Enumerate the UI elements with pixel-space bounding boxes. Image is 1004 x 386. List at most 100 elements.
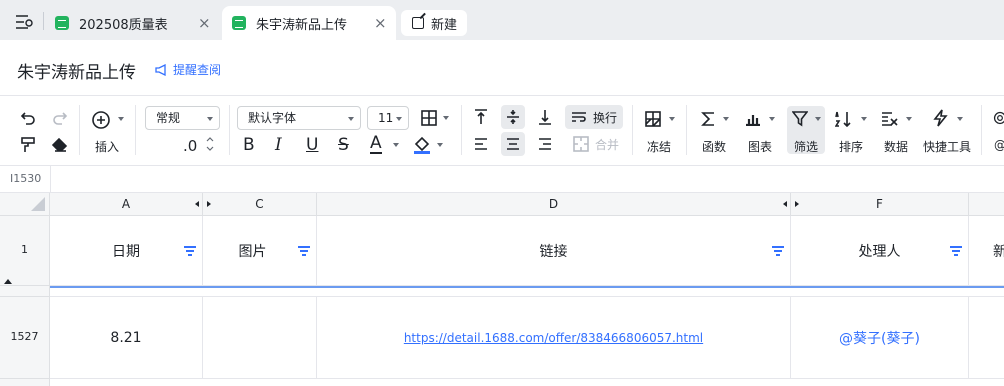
cell-handler[interactable]: @葵子(葵子) bbox=[791, 297, 969, 379]
column-header-a[interactable]: A bbox=[50, 193, 203, 216]
column-filter-icon[interactable] bbox=[950, 246, 962, 257]
sheet-icon bbox=[232, 16, 246, 30]
cell-image[interactable] bbox=[203, 297, 317, 379]
new-tab-button[interactable]: 新建 bbox=[401, 10, 467, 36]
hidden-column-left-icon[interactable] bbox=[195, 201, 199, 207]
underline-button[interactable]: U bbox=[306, 135, 318, 155]
filter-label[interactable]: 筛选 bbox=[794, 138, 818, 155]
row-collapse-icon[interactable] bbox=[4, 279, 12, 284]
function-label[interactable]: 函数 bbox=[702, 138, 726, 155]
column-header-f[interactable]: F bbox=[791, 193, 969, 216]
undo-icon[interactable] bbox=[18, 108, 38, 128]
toolbar-separator bbox=[686, 105, 687, 155]
header-cell-image[interactable]: 图片 bbox=[203, 216, 317, 286]
freeze-icon[interactable] bbox=[643, 109, 663, 129]
bold-button[interactable]: B bbox=[243, 135, 255, 155]
italic-button[interactable]: I bbox=[275, 135, 282, 155]
chevron-down-icon[interactable] bbox=[815, 117, 821, 121]
row-header[interactable]: 1527 bbox=[0, 297, 50, 379]
chevron-down-icon[interactable] bbox=[118, 117, 124, 121]
hidden-column-left-icon[interactable] bbox=[783, 201, 787, 207]
chevron-down-icon[interactable] bbox=[769, 117, 775, 121]
sort-icon[interactable] bbox=[834, 109, 854, 129]
text-color-button[interactable]: A bbox=[370, 134, 382, 154]
remind-button[interactable]: 提醒查阅 bbox=[155, 61, 221, 78]
hidden-column-right-icon[interactable] bbox=[795, 201, 799, 207]
tab-label: 朱宇涛新品上传 bbox=[256, 17, 348, 33]
megaphone-icon bbox=[155, 63, 166, 76]
merge-label: 合并 bbox=[594, 137, 619, 152]
tab-zhuyutao-upload[interactable]: 朱宇涛新品上传 × bbox=[222, 6, 396, 40]
mention-icon[interactable] bbox=[993, 108, 1004, 128]
number-format-select[interactable]: 常规 bbox=[145, 106, 220, 130]
fill-color-icon[interactable] bbox=[412, 135, 432, 155]
data-icon[interactable] bbox=[880, 109, 900, 129]
cell-date[interactable]: 8.21 bbox=[50, 297, 203, 379]
column-header-d[interactable]: D bbox=[317, 193, 791, 216]
close-icon[interactable]: × bbox=[374, 14, 387, 32]
quick-tools-icon[interactable] bbox=[930, 108, 950, 128]
chevron-down-icon[interactable] bbox=[906, 117, 912, 121]
chevron-down-icon[interactable] bbox=[443, 116, 449, 120]
eraser-icon[interactable] bbox=[50, 135, 70, 155]
column-header-next[interactable] bbox=[969, 193, 1004, 216]
new-tab-label: 新建 bbox=[431, 17, 458, 33]
chevron-down-icon[interactable] bbox=[437, 143, 443, 147]
tab-list-icon[interactable] bbox=[14, 14, 34, 30]
quick-tools-label[interactable]: 快捷工具 bbox=[923, 138, 971, 155]
chevron-down-icon[interactable] bbox=[861, 117, 867, 121]
font-family-select[interactable]: 默认字体 bbox=[237, 106, 361, 130]
chart-icon[interactable] bbox=[743, 109, 763, 129]
handler-mention[interactable]: @葵子(葵子) bbox=[839, 328, 920, 348]
column-header-c[interactable]: C bbox=[203, 193, 317, 216]
font-size-select[interactable]: 11 bbox=[367, 106, 409, 130]
function-icon[interactable] bbox=[699, 109, 717, 129]
align-center-icon[interactable] bbox=[501, 132, 525, 156]
product-link[interactable]: https://detail.1688.com/offer/8384668060… bbox=[404, 331, 703, 345]
insert-label[interactable]: 插入 bbox=[95, 138, 119, 155]
header-cell-link[interactable]: 链接 bbox=[317, 216, 791, 286]
decimal-button[interactable]: .0 bbox=[183, 137, 197, 155]
cell-next[interactable] bbox=[969, 297, 1004, 379]
align-right-icon[interactable] bbox=[535, 134, 555, 154]
column-filter-icon[interactable] bbox=[298, 246, 310, 257]
border-icon[interactable] bbox=[419, 108, 439, 128]
chevron-down-icon[interactable] bbox=[957, 117, 963, 121]
cell-reference[interactable]: I1530 bbox=[10, 172, 41, 185]
chevron-down-icon[interactable] bbox=[669, 117, 675, 121]
chevron-down-icon bbox=[348, 117, 354, 121]
stepper-icon[interactable] bbox=[206, 136, 214, 152]
redo-icon[interactable] bbox=[50, 108, 70, 128]
header-cell-handler[interactable]: 处理人 bbox=[791, 216, 969, 286]
align-middle-icon[interactable] bbox=[501, 105, 525, 129]
close-icon[interactable]: × bbox=[198, 14, 211, 32]
align-top-icon[interactable] bbox=[471, 107, 491, 127]
cell-link[interactable]: https://detail.1688.com/offer/8384668060… bbox=[317, 297, 791, 379]
sort-label[interactable]: 排序 bbox=[839, 138, 863, 155]
freeze-label[interactable]: 冻结 bbox=[647, 138, 671, 155]
chevron-down-icon[interactable] bbox=[393, 143, 399, 147]
align-bottom-icon[interactable] bbox=[535, 107, 555, 127]
row-header[interactable]: 1 bbox=[0, 216, 50, 286]
header-cell-next[interactable]: 新 bbox=[969, 216, 1004, 286]
font-size-value: 11 bbox=[378, 111, 394, 125]
align-left-icon[interactable] bbox=[471, 134, 491, 154]
mention-label[interactable]: @ bbox=[994, 138, 1004, 152]
header-cell-date[interactable]: 日期 bbox=[50, 216, 203, 286]
doc-title[interactable]: 朱宇涛新品上传 bbox=[17, 58, 136, 83]
hidden-column-right-icon[interactable] bbox=[207, 201, 211, 207]
wrap-text-button[interactable]: 换行 bbox=[565, 105, 623, 129]
chevron-down-icon[interactable] bbox=[723, 117, 729, 121]
column-filter-icon[interactable] bbox=[184, 246, 196, 257]
strikethrough-button[interactable]: S bbox=[338, 135, 349, 155]
merge-button[interactable]: 合并 bbox=[570, 134, 622, 154]
row-header[interactable] bbox=[0, 379, 50, 386]
select-all-corner[interactable] bbox=[0, 193, 50, 216]
format-painter-icon[interactable] bbox=[18, 135, 38, 155]
filter-icon[interactable] bbox=[790, 109, 810, 129]
insert-icon[interactable] bbox=[90, 109, 112, 131]
chart-label[interactable]: 图表 bbox=[748, 138, 772, 155]
data-label[interactable]: 数据 bbox=[884, 138, 908, 155]
column-filter-icon[interactable] bbox=[772, 246, 784, 257]
tab-202508[interactable]: 202508质量表 × bbox=[44, 6, 220, 40]
